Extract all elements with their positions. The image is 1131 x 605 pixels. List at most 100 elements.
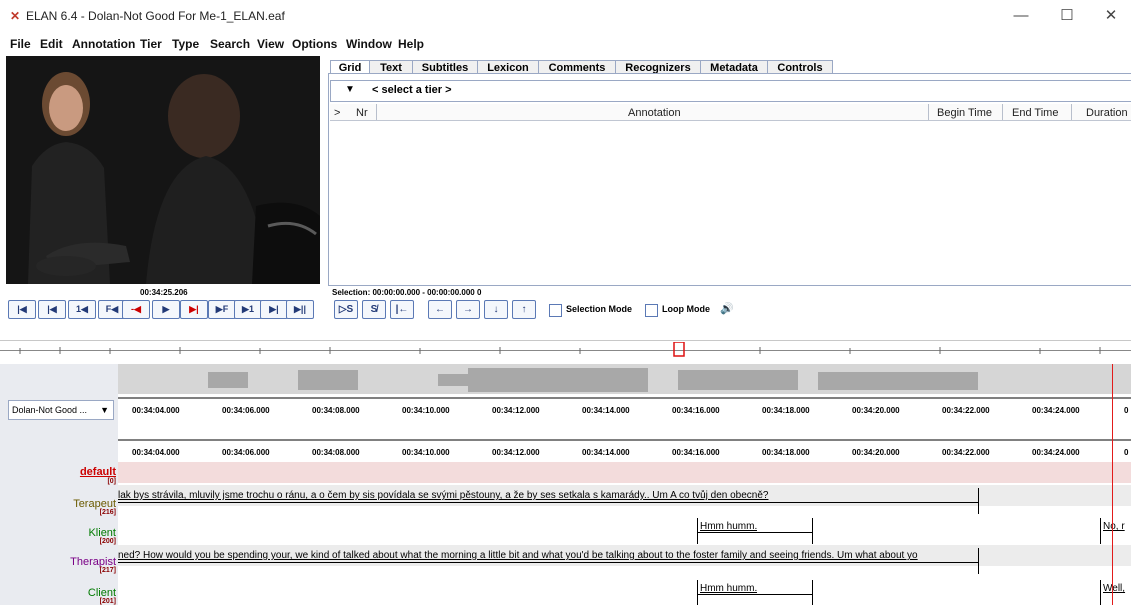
- minimize-button[interactable]: —: [1001, 4, 1041, 28]
- ruler-tick: 00:34:10.000: [402, 448, 450, 457]
- media-combo-value: Dolan-Not Good ...: [12, 405, 88, 415]
- window-title: ELAN 6.4 - Dolan-Not Good For Me-1_ELAN.…: [26, 9, 285, 23]
- grid-col-duration[interactable]: Duration: [1086, 107, 1128, 119]
- annotation-boundary: [1100, 580, 1101, 605]
- close-button[interactable]: ✕: [1091, 4, 1131, 28]
- playhead-crosshair[interactable]: [1112, 364, 1113, 605]
- ruler-tick: 00:34:22.000: [942, 406, 990, 415]
- column-divider: [1071, 104, 1072, 120]
- grid-col-end-time[interactable]: End Time: [1012, 107, 1058, 119]
- menu-bar: [0, 34, 1131, 54]
- annotation-terapeut[interactable]: lak bys strávila, mluvily jsme trochu o …: [118, 490, 978, 501]
- waveform-viewer[interactable]: [118, 364, 1131, 394]
- ruler-tick: 0: [1124, 448, 1129, 457]
- next-frame-button[interactable]: ▶F: [208, 300, 236, 319]
- go-to-end-button[interactable]: ▶||: [286, 300, 314, 319]
- grid-col-annotation[interactable]: Annotation: [628, 107, 681, 119]
- annotation-below-button[interactable]: ↓: [484, 300, 508, 319]
- grid-col-nr[interactable]: Nr: [356, 107, 368, 119]
- volume-icon[interactable]: 🔊: [720, 302, 734, 315]
- media-player-combobox[interactable]: Dolan-Not Good ... ▼: [8, 400, 114, 420]
- ruler-tick: 00:34:20.000: [852, 448, 900, 457]
- previous-pixel-button[interactable]: -◀: [122, 300, 150, 319]
- grid-col-begin-time[interactable]: Begin Time: [937, 107, 992, 119]
- next-second-button[interactable]: ▶1: [234, 300, 262, 319]
- menu-options[interactable]: Options: [292, 37, 337, 51]
- loop-mode-checkbox[interactable]: [645, 304, 658, 317]
- ruler-tick: 00:34:08.000: [312, 448, 360, 457]
- annotation-span-line: [697, 594, 812, 595]
- tier-row-client[interactable]: [118, 578, 1131, 599]
- menu-help[interactable]: Help: [398, 37, 424, 51]
- ruler-tick: 00:34:20.000: [852, 406, 900, 415]
- play-selection-button[interactable]: ▷S: [334, 300, 358, 319]
- video-viewer[interactable]: [6, 56, 320, 284]
- tier-row-default[interactable]: [118, 462, 1131, 483]
- ruler-tick: 00:34:18.000: [762, 448, 810, 457]
- annotation-klient-2[interactable]: No, r: [1103, 521, 1131, 532]
- annotation-span-line: [697, 532, 812, 533]
- ruler-labels-tiers: 00:34:04.000 00:34:06.000 00:34:08.000 0…: [118, 448, 1131, 460]
- annotation-boundary: [1100, 518, 1101, 544]
- loop-mode-label: Loop Mode: [662, 304, 710, 314]
- menu-window[interactable]: Window: [346, 37, 392, 51]
- tier-count-client: [201]: [99, 598, 116, 605]
- column-divider: [928, 104, 929, 120]
- go-to-begin-button[interactable]: |◀: [8, 300, 36, 319]
- menu-view[interactable]: View: [257, 37, 284, 51]
- ruler-tick: 00:34:04.000: [132, 448, 180, 457]
- dropdown-arrow-icon[interactable]: ▼: [100, 401, 109, 419]
- elan-app-icon: ✕: [10, 9, 21, 23]
- ruler-tick: 00:34:22.000: [942, 448, 990, 457]
- annotation-klient-1[interactable]: Hmm humm.: [700, 521, 757, 532]
- ruler-tick: 00:34:06.000: [222, 406, 270, 415]
- ruler-tick: 00:34:14.000: [582, 448, 630, 457]
- grid-col-marker: >: [334, 107, 341, 119]
- selection-mode-label: Selection Mode: [566, 304, 633, 314]
- ruler-tick: 00:34:18.000: [762, 406, 810, 415]
- maximize-button[interactable]: ☐: [1047, 4, 1087, 28]
- menu-type[interactable]: Type: [172, 37, 199, 51]
- tier-count-default: [0]: [107, 478, 116, 485]
- previous-annotation-button[interactable]: ←: [428, 300, 452, 319]
- clear-selection-button[interactable]: S̸: [362, 300, 386, 319]
- annotation-boundary: [812, 580, 813, 605]
- menu-file[interactable]: File: [10, 37, 31, 51]
- ruler-tick: 00:34:24.000: [1032, 448, 1080, 457]
- menu-tier[interactable]: Tier: [140, 37, 162, 51]
- ruler-labels-top: 00:34:04.000 00:34:06.000 00:34:08.000 0…: [118, 406, 1131, 418]
- ruler-tick: 00:34:12.000: [492, 448, 540, 457]
- ruler-tick: 00:34:08.000: [312, 406, 360, 415]
- tier-count-therapist: [217]: [99, 567, 116, 574]
- media-time-display: 00:34:25.206: [140, 288, 188, 297]
- next-scrollview-button[interactable]: ▶|: [260, 300, 288, 319]
- annotation-client-2[interactable]: Well,: [1103, 583, 1131, 594]
- selection-begin-button[interactable]: |←: [390, 300, 414, 319]
- column-divider: [376, 104, 377, 120]
- tier-row-klient[interactable]: [118, 516, 1131, 537]
- menu-annotation[interactable]: Annotation: [72, 37, 135, 51]
- menu-search[interactable]: Search: [210, 37, 250, 51]
- selection-mode-checkbox[interactable]: [549, 304, 562, 317]
- dropdown-arrow-icon[interactable]: ▼: [332, 82, 368, 98]
- grid-header: [330, 104, 1131, 121]
- play-pause-button[interactable]: ▶: [152, 300, 180, 319]
- tier-count-klient: [200]: [99, 538, 116, 545]
- annotation-client-1[interactable]: Hmm humm.: [700, 583, 757, 594]
- annotation-above-button[interactable]: ↑: [512, 300, 536, 319]
- annotation-boundary: [978, 488, 979, 514]
- next-annotation-button[interactable]: →: [456, 300, 480, 319]
- annotation-boundary: [812, 518, 813, 544]
- ruler-tick: 00:34:06.000: [222, 448, 270, 457]
- column-divider: [1002, 104, 1003, 120]
- previous-second-button[interactable]: 1◀: [68, 300, 96, 319]
- menu-edit[interactable]: Edit: [40, 37, 63, 51]
- annotation-span-line: [118, 562, 978, 563]
- tier-label-default[interactable]: default: [80, 466, 116, 478]
- previous-scrollview-button[interactable]: |◀: [38, 300, 66, 319]
- ruler-tick: 00:34:04.000: [132, 406, 180, 415]
- ruler-tick: 00:34:10.000: [402, 406, 450, 415]
- annotation-boundary: [697, 518, 698, 544]
- annotation-therapist[interactable]: ned? How would you be spending your, we …: [118, 550, 978, 561]
- next-pixel-button[interactable]: ▶|: [180, 300, 208, 319]
